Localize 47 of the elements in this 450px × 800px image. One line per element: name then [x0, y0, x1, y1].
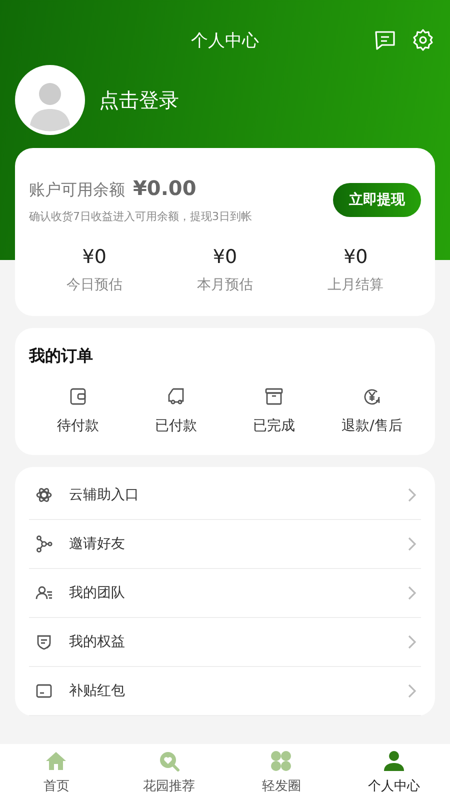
- page-title: 个人中心: [191, 30, 259, 52]
- order-status-button[interactable]: 待付款: [29, 385, 127, 435]
- chevron-right-icon: [407, 537, 417, 551]
- menu-item[interactable]: 云辅助入口: [29, 471, 421, 520]
- order-status-button[interactable]: 退款/售后: [323, 385, 421, 435]
- person-icon: [382, 749, 406, 773]
- menu-item[interactable]: 邀请好友: [29, 520, 421, 569]
- balance-amount: ¥0.00: [133, 176, 196, 200]
- menu-item[interactable]: 我的权益: [29, 618, 421, 667]
- menu-label: 云辅助入口: [69, 486, 140, 504]
- home-icon: [44, 749, 68, 773]
- share-nodes-icon: [35, 535, 53, 553]
- people-list-icon: [35, 584, 53, 602]
- stat-label: 上月结算: [328, 276, 384, 294]
- atom-icon: [35, 486, 53, 504]
- clover-icon: [269, 749, 294, 773]
- tab[interactable]: 轻发圈: [225, 744, 338, 800]
- stat-value: ¥0: [212, 246, 238, 268]
- withdraw-button[interactable]: 立即提现: [333, 183, 421, 217]
- stat-value: ¥0: [344, 246, 368, 268]
- menu-item[interactable]: 补贴红包: [29, 667, 421, 716]
- tab[interactable]: 个人中心: [338, 744, 450, 800]
- menu-label: 我的权益: [69, 633, 126, 651]
- menu-item[interactable]: 我的团队: [29, 569, 421, 618]
- chevron-right-icon: [407, 635, 417, 649]
- chevron-right-icon: [407, 488, 417, 502]
- balance-note: 确认收货7日收益进入可用余额，提现3日到帐: [29, 209, 252, 224]
- menu-label: 邀请好友: [69, 535, 126, 553]
- settings-icon[interactable]: [411, 28, 435, 52]
- section-title: 我的订单: [29, 346, 94, 367]
- chevron-right-icon: [407, 586, 417, 600]
- stat-label: 本月预估: [197, 276, 253, 294]
- order-status-button[interactable]: 已完成: [225, 385, 323, 435]
- shield-icon: [35, 633, 53, 651]
- message-icon[interactable]: [373, 28, 397, 52]
- avatar[interactable]: [15, 65, 85, 135]
- menu-label: 补贴红包: [69, 682, 126, 700]
- stat-value: ¥0: [82, 246, 106, 268]
- tab[interactable]: 首页: [0, 744, 112, 800]
- order-status-button[interactable]: 已付款: [127, 385, 225, 435]
- tab[interactable]: 花园推荐: [112, 744, 225, 800]
- chevron-right-icon: [407, 684, 417, 698]
- menu-label: 我的团队: [69, 584, 126, 602]
- login-link[interactable]: 点击登录: [99, 86, 179, 114]
- stat-label: 今日预估: [66, 276, 122, 294]
- card-icon: [35, 682, 53, 700]
- balance-label: 账户可用余额: [29, 180, 125, 201]
